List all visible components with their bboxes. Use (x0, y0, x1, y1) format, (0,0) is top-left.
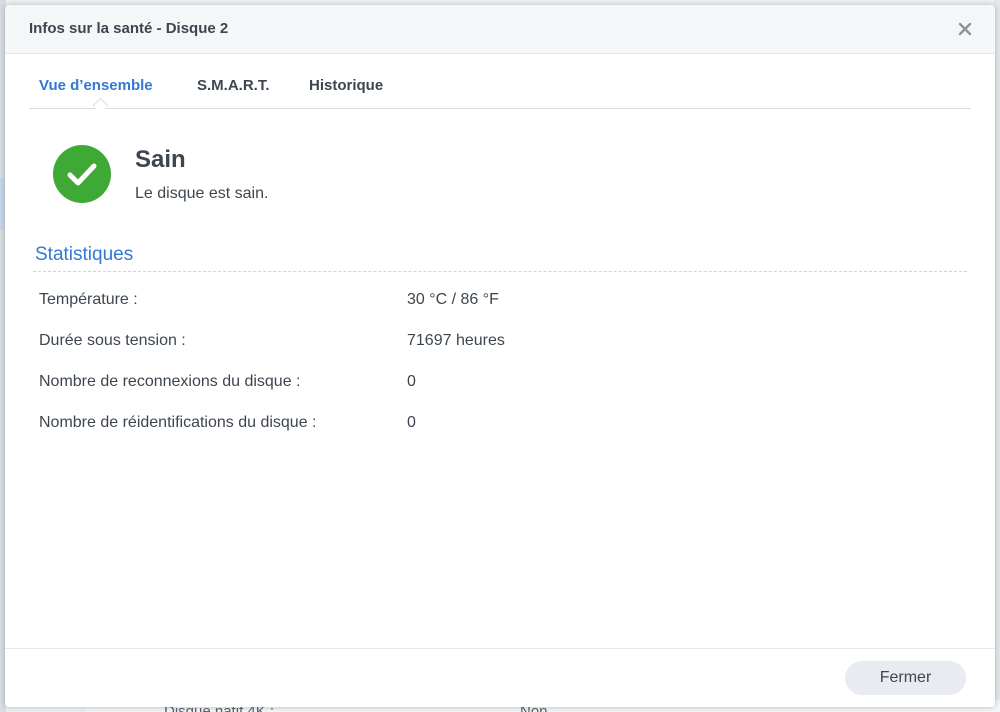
stat-label-reconnections: Nombre de reconnexions du disque : (39, 373, 301, 390)
stat-value-reidentifications: 0 (407, 414, 416, 431)
status-title: Sain (135, 146, 186, 173)
status-description: Le disque est sain. (135, 185, 269, 202)
section-divider (33, 271, 967, 272)
stat-label-temperature: Température : (39, 291, 138, 308)
tab-overview[interactable]: Vue d’ensemble (39, 77, 153, 94)
stat-label-power-on-time: Durée sous tension : (39, 332, 186, 349)
check-circle-icon (53, 145, 111, 203)
close-button[interactable]: Fermer (845, 661, 966, 695)
stat-value-power-on-time: 71697 heures (407, 332, 505, 349)
tab-bar: Vue d’ensemble S.M.A.R.T. Historique (29, 65, 971, 114)
dialog-footer: Fermer (5, 648, 995, 707)
dialog-title: Infos sur la santé - Disque 2 (29, 20, 229, 37)
tab-history[interactable]: Historique (309, 77, 383, 94)
dialog-header: Infos sur la santé - Disque 2 (5, 5, 995, 54)
close-icon[interactable] (953, 17, 977, 41)
health-info-dialog: Infos sur la santé - Disque 2 Vue d’ense… (5, 5, 995, 707)
tab-smart[interactable]: S.M.A.R.T. (197, 77, 270, 94)
stat-label-reidentifications: Nombre de réidentifications du disque : (39, 414, 317, 431)
section-title-statistics: Statistiques (35, 244, 134, 265)
active-tab-indicator (92, 97, 109, 114)
stat-value-temperature: 30 °C / 86 °F (407, 291, 499, 308)
stat-value-reconnections: 0 (407, 373, 416, 390)
